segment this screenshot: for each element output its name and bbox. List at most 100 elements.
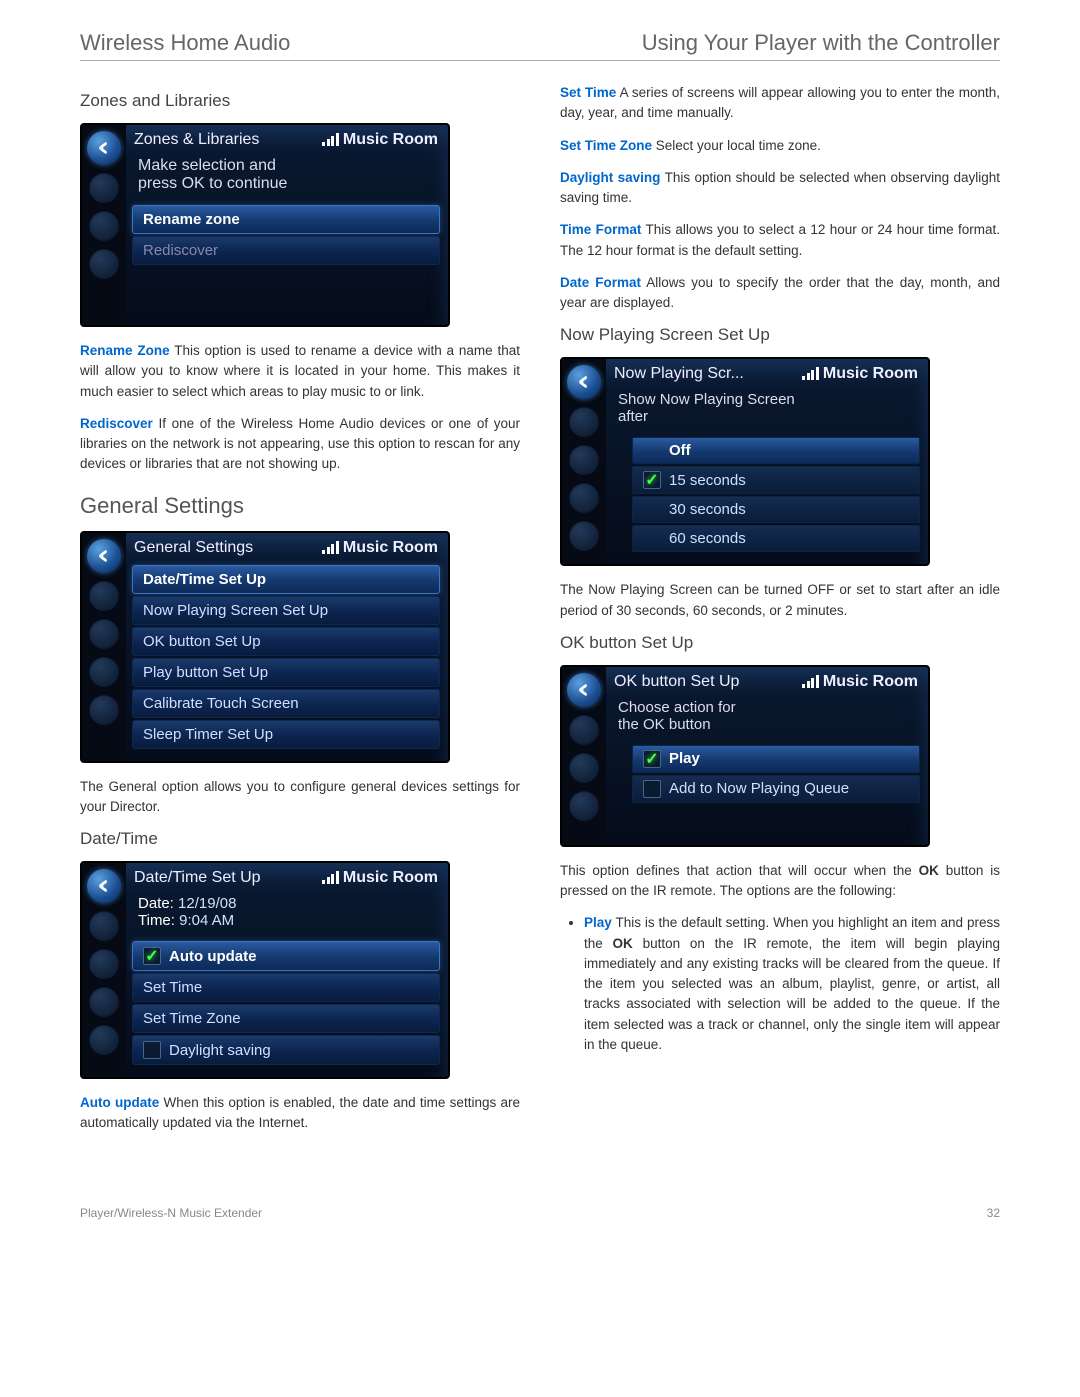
- screen-title: Date/Time Set Up: [134, 869, 261, 887]
- menu-item-60-seconds[interactable]: 60 seconds: [632, 525, 920, 552]
- menu-item-set-time-zone[interactable]: Set Time Zone: [132, 1004, 440, 1033]
- paragraph-daylight-saving: Daylight saving This option should be se…: [560, 168, 1000, 209]
- back-arrow-icon: [94, 138, 114, 158]
- menu-item-calibrate-touch[interactable]: Calibrate Touch Screen: [132, 689, 440, 718]
- menu-item-daylight-saving[interactable]: Daylight saving: [132, 1035, 440, 1065]
- screenshot-ok-button-setup: OK button Set Up Music Room Choose actio…: [560, 665, 930, 847]
- instruction-line: Make selection and: [138, 157, 434, 175]
- page-footer: Player/Wireless-N Music Extender 32: [80, 1206, 1000, 1220]
- menu-item-ok-button-setup[interactable]: OK button Set Up: [132, 627, 440, 656]
- side-knob: [569, 445, 599, 475]
- side-knob: [89, 949, 119, 979]
- checkbox-icon: [143, 1041, 161, 1059]
- page-number: 32: [987, 1206, 1000, 1220]
- signal-bars-icon: [802, 368, 819, 380]
- menu-item-auto-update[interactable]: Auto update: [132, 941, 440, 971]
- screen-title: Zones & Libraries: [134, 131, 259, 149]
- paragraph-ok-intro: This option defines that action that wil…: [560, 861, 1000, 902]
- screen-title: Now Playing Scr...: [614, 365, 744, 383]
- instruction-line: Show Now Playing Screen: [618, 391, 914, 408]
- room-name: Music Room: [343, 131, 438, 149]
- menu-item-datetime-setup[interactable]: Date/Time Set Up: [132, 565, 440, 594]
- screenshot-now-playing-setup: Now Playing Scr... Music Room Show Now P…: [560, 357, 930, 566]
- instruction-line: press OK to continue: [138, 175, 434, 193]
- back-button[interactable]: [87, 869, 121, 903]
- paragraph-set-time-zone: Set Time Zone Select your local time zon…: [560, 136, 1000, 156]
- instruction-line: after: [618, 408, 914, 425]
- room-indicator: Music Room: [802, 673, 918, 691]
- paragraph-rename-zone: Rename Zone This option is used to renam…: [80, 341, 520, 402]
- room-indicator: Music Room: [322, 869, 438, 887]
- paragraph-auto-update: Auto update When this option is enabled,…: [80, 1093, 520, 1134]
- menu-item-30-seconds[interactable]: 30 seconds: [632, 496, 920, 523]
- side-knob: [569, 521, 599, 551]
- checkbox-icon: [643, 471, 661, 489]
- back-arrow-icon: [94, 876, 114, 896]
- side-knob: [569, 483, 599, 513]
- signal-bars-icon: [322, 542, 339, 554]
- side-knob: [569, 791, 599, 821]
- side-knob: [89, 695, 119, 725]
- menu-item-rediscover[interactable]: Rediscover: [132, 236, 440, 265]
- side-knob: [89, 987, 119, 1017]
- side-knob: [89, 1025, 119, 1055]
- back-button[interactable]: [87, 131, 121, 165]
- heading-ok-button-setup: OK button Set Up: [560, 633, 1000, 653]
- paragraph-date-format: Date Format Allows you to specify the or…: [560, 273, 1000, 314]
- paragraph-time-format: Time Format This allows you to select a …: [560, 220, 1000, 261]
- room-name: Music Room: [343, 539, 438, 557]
- back-button[interactable]: [567, 365, 601, 399]
- paragraph-rediscover: Rediscover If one of the Wireless Home A…: [80, 414, 520, 475]
- screenshot-zones-libraries: Zones & Libraries Music Room Make select…: [80, 123, 450, 327]
- paragraph-set-time: Set Time A series of screens will appear…: [560, 83, 1000, 124]
- signal-bars-icon: [322, 872, 339, 884]
- menu-item-off[interactable]: Off: [632, 437, 920, 464]
- instruction-line: Choose action for: [618, 699, 914, 716]
- room-name: Music Room: [823, 673, 918, 691]
- instruction-line: the OK button: [618, 716, 914, 733]
- heading-general-settings: General Settings: [80, 493, 520, 519]
- checkbox-icon: [643, 780, 661, 798]
- side-knob: [89, 619, 119, 649]
- menu-item-15-seconds[interactable]: 15 seconds: [632, 466, 920, 494]
- signal-bars-icon: [802, 676, 819, 688]
- menu-item-play-button-setup[interactable]: Play button Set Up: [132, 658, 440, 687]
- side-knob: [89, 211, 119, 241]
- date-value: Date: 12/19/08: [138, 895, 434, 912]
- list-item-play: Play This is the default setting. When y…: [584, 913, 1000, 1055]
- back-button[interactable]: [567, 673, 601, 707]
- screenshot-general-settings: General Settings Music Room Date/Time Se…: [80, 531, 450, 763]
- side-knob: [569, 753, 599, 783]
- menu-item-now-playing-setup[interactable]: Now Playing Screen Set Up: [132, 596, 440, 625]
- side-knob: [569, 407, 599, 437]
- page-header: Wireless Home Audio Using Your Player wi…: [80, 30, 1000, 61]
- paragraph-now-playing: The Now Playing Screen can be turned OFF…: [560, 580, 1000, 621]
- footer-left: Player/Wireless-N Music Extender: [80, 1206, 262, 1220]
- room-name: Music Room: [823, 365, 918, 383]
- menu-item-set-time[interactable]: Set Time: [132, 973, 440, 1002]
- header-right: Using Your Player with the Controller: [642, 30, 1000, 56]
- back-arrow-icon: [574, 680, 594, 700]
- heading-zones-libraries: Zones and Libraries: [80, 91, 520, 111]
- menu-item-add-to-queue[interactable]: Add to Now Playing Queue: [632, 775, 920, 803]
- room-indicator: Music Room: [322, 539, 438, 557]
- menu-item-sleep-timer[interactable]: Sleep Timer Set Up: [132, 720, 440, 749]
- screen-title: OK button Set Up: [614, 673, 739, 691]
- screenshot-date-time: Date/Time Set Up Music Room Date: 12/19/…: [80, 861, 450, 1079]
- room-indicator: Music Room: [802, 365, 918, 383]
- side-knob: [89, 249, 119, 279]
- checkbox-icon: [143, 947, 161, 965]
- back-arrow-icon: [574, 372, 594, 392]
- signal-bars-icon: [322, 134, 339, 146]
- time-value: Time: 9:04 AM: [138, 912, 434, 929]
- menu-item-rename-zone[interactable]: Rename zone: [132, 205, 440, 234]
- side-knob: [89, 581, 119, 611]
- menu-item-play[interactable]: Play: [632, 745, 920, 773]
- header-left: Wireless Home Audio: [80, 30, 290, 56]
- room-indicator: Music Room: [322, 131, 438, 149]
- paragraph-general: The General option allows you to configu…: [80, 777, 520, 818]
- side-knob: [89, 173, 119, 203]
- back-button[interactable]: [87, 539, 121, 573]
- room-name: Music Room: [343, 869, 438, 887]
- checkbox-icon: [643, 750, 661, 768]
